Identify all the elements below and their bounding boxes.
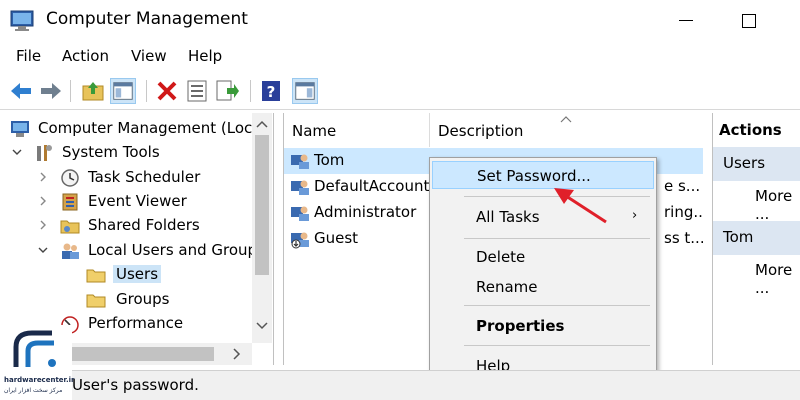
actions-section-tom[interactable]: Tom [713,221,800,255]
menu-item-set-password[interactable]: Set Password... [432,161,654,189]
menu-item-all-tasks[interactable]: All Tasks › [432,203,654,231]
menu-item-rename[interactable]: Rename [432,273,654,301]
logo-subtitle: مرکز سخت افزار ایران [4,387,63,394]
user-name: Tom [314,151,345,169]
folder-icon [86,294,106,308]
menu-separator [464,238,650,239]
tools-icon [37,145,52,161]
tree-item-label: Event Viewer [88,192,187,210]
menu-view[interactable]: View [131,47,167,65]
scrollbar-thumb[interactable] [255,135,269,275]
toolbar-separator [146,80,147,102]
status-bar: User's password. [0,370,800,400]
tree-item-label: Computer Management (Loca [38,119,262,137]
show-action-pane-icon[interactable] [292,78,318,104]
menu-separator [464,305,650,306]
maximize-button[interactable] [728,6,772,36]
shared-folder-icon [60,220,80,234]
chevron-down-icon[interactable] [38,245,48,255]
menu-bar: File Action View Help [0,42,800,72]
submenu-arrow-icon: › [632,208,638,223]
user-icon [291,206,309,221]
chevron-right-icon[interactable] [38,196,48,206]
chevron-down-icon[interactable] [12,147,22,157]
chevron-right-icon[interactable] [38,172,48,182]
minimize-button[interactable] [667,6,711,36]
window-title: Computer Management [46,9,248,29]
tree-item-label: Users [113,265,162,283]
menu-separator [464,345,650,346]
computer-management-icon [11,121,29,137]
logo-mark-icon [13,330,56,367]
event-viewer-icon [62,193,78,211]
column-header-name[interactable]: Name [284,113,430,147]
title-bar: Computer Management [0,0,800,42]
svg-text:?: ? [267,83,276,101]
actions-title: Actions [719,121,782,139]
tree-item-label: Performance [88,314,184,332]
chevron-down-icon[interactable] [256,321,268,331]
tree-item-label: Shared Folders [88,216,200,234]
tree-item-label: Groups [116,290,170,308]
computer-management-icon [10,10,34,31]
chevron-up-icon[interactable] [256,119,268,129]
toolbar: ? [0,72,800,110]
chevron-right-icon[interactable] [38,220,48,230]
user-name: DefaultAccount [314,177,430,195]
tree-item-label: Task Scheduler [88,168,201,186]
actions-more-tom[interactable]: More ... [755,261,800,297]
users-group-icon [62,243,79,259]
user-description: e s... [664,177,701,195]
column-header-description[interactable]: Description [430,113,703,147]
user-description: ring... [664,203,703,221]
clock-icon [61,169,79,187]
sort-arrow-icon [560,116,572,123]
hardwarecenter-logo: hardwarecenter.ir مرکز سخت افزار ایران [0,325,75,400]
disabled-user-icon [291,232,309,249]
actions-pane: Actions Users More ... Tom More ... [712,113,800,365]
user-icon [291,180,309,195]
user-icon [291,154,309,169]
status-text: User's password. [72,376,199,394]
user-description: ss t... [664,229,703,247]
actions-more-users[interactable]: More ... [755,187,800,223]
back-arrow-icon[interactable] [8,78,34,104]
annotation-arrow-icon [554,188,607,224]
menu-item-delete[interactable]: Delete [432,243,654,271]
user-name: Administrator [314,203,417,221]
tree-item-label: System Tools [62,143,160,161]
context-menu: Set Password... All Tasks › Delete Renam… [429,157,657,383]
delete-x-icon[interactable] [154,78,180,104]
menu-item-properties[interactable]: Properties [432,312,654,340]
toolbar-separator [250,80,251,102]
chevron-right-icon[interactable] [232,348,242,360]
actions-section-users[interactable]: Users [713,147,800,181]
properties-icon[interactable] [184,78,210,104]
folder-icon [86,269,106,283]
logo-name: hardwarecenter.ir [4,376,75,384]
forward-arrow-icon[interactable] [38,78,64,104]
tree-vertical-scrollbar[interactable] [252,113,272,343]
menu-action[interactable]: Action [62,47,109,65]
toolbar-separator [70,80,71,102]
menu-help[interactable]: Help [188,47,222,65]
user-name: Guest [314,229,359,247]
menu-file[interactable]: File [16,47,41,65]
export-list-icon[interactable] [214,78,240,104]
up-folder-icon[interactable] [80,78,106,104]
show-hide-tree-icon[interactable] [110,78,136,104]
help-icon[interactable]: ? [258,78,284,104]
tree-item-label: Local Users and Group [88,241,258,259]
